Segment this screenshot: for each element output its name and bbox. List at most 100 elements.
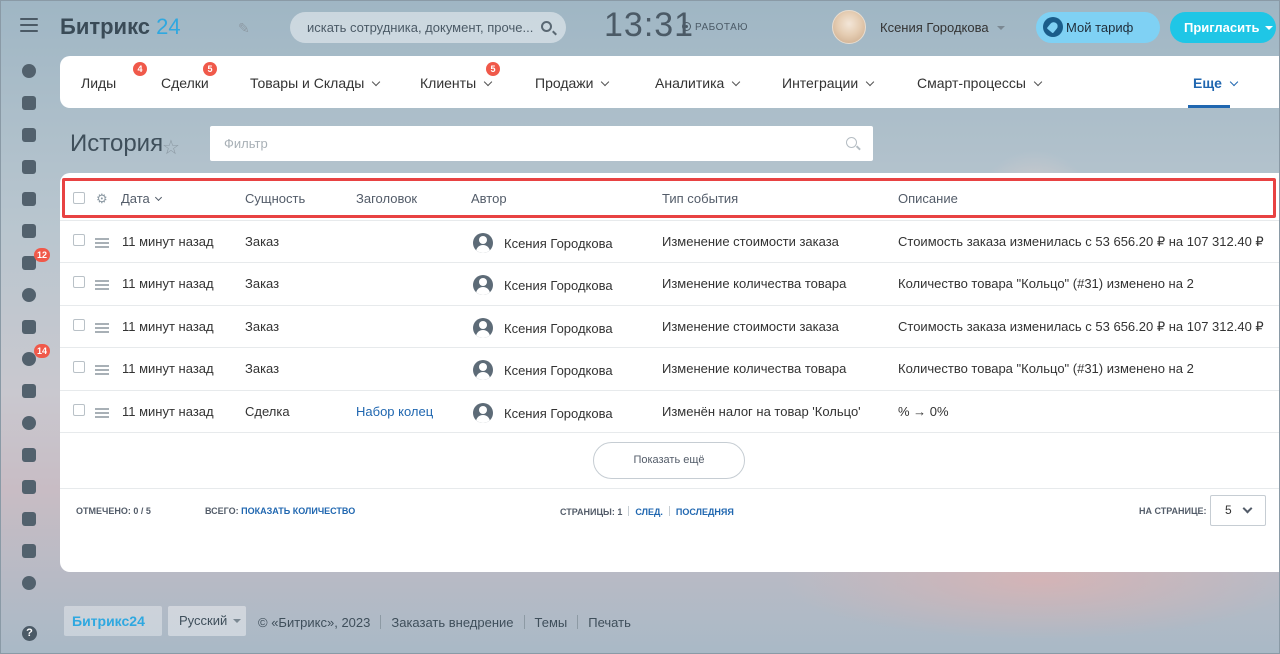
row-title-link[interactable]: Набор колец — [356, 404, 433, 419]
nav-item-clients[interactable]: Клиенты 5 — [420, 62, 500, 91]
nav-badge: 4 — [133, 62, 147, 76]
show-more-area: Показать ещё — [60, 432, 1280, 489]
filter-input[interactable]: Фильтр — [210, 126, 873, 161]
row-checkbox[interactable] — [73, 404, 85, 416]
footer-logo[interactable]: Битрикс24 — [64, 606, 162, 636]
invite-button[interactable]: Пригласить — [1170, 12, 1276, 43]
drag-handle-icon[interactable] — [95, 408, 109, 420]
table-row[interactable]: 11 минут назад Заказ Ксения Городкова Из… — [60, 262, 1280, 304]
nav-item-leads[interactable]: Лиды 4 — [81, 62, 147, 91]
avatar[interactable] — [832, 10, 866, 44]
column-date[interactable]: Дата — [121, 191, 162, 206]
nav-item-deals[interactable]: Сделки 5 — [161, 62, 217, 91]
column-title[interactable]: Заголовок — [356, 191, 417, 206]
logo[interactable]: Битрикс 24 — [60, 14, 181, 40]
documents-icon[interactable] — [20, 190, 40, 210]
language-select[interactable]: Русский — [168, 606, 246, 636]
drag-handle-icon[interactable] — [95, 323, 109, 335]
active-tab-indicator — [1188, 105, 1230, 108]
nav-label: Интеграции — [782, 75, 859, 91]
next-page-link[interactable]: СЛЕД. — [635, 507, 663, 517]
marked-value: 0 / 5 — [133, 506, 151, 516]
show-count-link[interactable]: ПОКАЗАТЬ КОЛИЧЕСТВО — [241, 506, 355, 516]
row-checkbox[interactable] — [73, 319, 85, 331]
target-icon[interactable] — [20, 414, 40, 434]
row-date: 11 минут назад — [122, 361, 214, 376]
cart-icon[interactable] — [20, 446, 40, 466]
robot-icon[interactable] — [20, 510, 40, 530]
nav-label: Сделки — [161, 75, 209, 91]
chevron-down-icon — [1229, 77, 1239, 87]
order-link[interactable]: Заказать внедрение — [391, 615, 513, 630]
contact-card-icon[interactable] — [20, 478, 40, 498]
menu-icon[interactable] — [20, 18, 38, 36]
nav-item-integrations[interactable]: Интеграции — [782, 75, 875, 91]
table-row[interactable]: 11 минут назад Заказ Ксения Городкова Из… — [60, 347, 1280, 389]
column-description[interactable]: Описание — [898, 191, 958, 206]
nav-item-more[interactable]: Еще — [1193, 75, 1239, 91]
nav-item-analytics[interactable]: Аналитика — [655, 75, 741, 91]
work-status[interactable]: РАБОТАЮ — [682, 22, 748, 33]
mail-icon[interactable]: 12 — [20, 248, 51, 274]
row-checkbox[interactable] — [73, 276, 85, 288]
pages-label: СТРАНИЦЫ: — [560, 507, 615, 517]
checklist-icon[interactable] — [20, 318, 40, 338]
help-icon[interactable]: ? — [22, 626, 37, 641]
left-rail: 12 14 ? — [0, 0, 60, 654]
column-entity[interactable]: Сущность — [245, 191, 305, 206]
themes-link[interactable]: Темы — [535, 615, 568, 630]
search-input[interactable]: искать сотрудника, документ, проче... — [290, 12, 566, 43]
row-author[interactable]: Ксения Городкова — [504, 321, 613, 336]
row-author[interactable]: Ксения Городкова — [504, 406, 613, 421]
drag-handle-icon[interactable] — [95, 238, 109, 250]
row-checkbox[interactable] — [73, 234, 85, 246]
column-label: Дата — [121, 191, 150, 206]
nav-item-smart-processes[interactable]: Смарт-процессы — [917, 75, 1043, 91]
print-link[interactable]: Печать — [588, 615, 631, 630]
drive-icon[interactable] — [20, 222, 40, 242]
page-title: История — [70, 130, 164, 157]
tariff-label: Мой тариф — [1066, 20, 1134, 35]
gear-icon[interactable]: ⚙ — [96, 191, 108, 207]
box-icon[interactable] — [20, 542, 40, 562]
row-author[interactable]: Ксения Городкова — [504, 363, 613, 378]
chevron-down-icon — [372, 77, 381, 87]
table-row[interactable]: 11 минут назад Сделка Набор колец Ксения… — [60, 390, 1280, 432]
star-icon[interactable]: ☆ — [162, 135, 180, 160]
row-event: Изменён налог на товар 'Кольцо' — [662, 404, 861, 419]
row-checkbox[interactable] — [73, 361, 85, 373]
show-more-button[interactable]: Показать ещё — [593, 442, 745, 479]
search-placeholder: искать сотрудника, документ, проче... — [307, 20, 534, 35]
row-author[interactable]: Ксения Городкова — [504, 278, 613, 293]
store-icon[interactable] — [20, 382, 40, 402]
language-label: Русский — [179, 613, 228, 628]
tasks-icon[interactable] — [20, 94, 40, 114]
chat-icon[interactable] — [20, 126, 40, 146]
select-all-checkbox[interactable] — [73, 192, 85, 204]
nav-item-products[interactable]: Товары и Склады — [250, 75, 381, 91]
chevron-down-icon — [1242, 503, 1253, 514]
drag-handle-icon[interactable] — [95, 365, 109, 377]
row-event: Изменение количества товара — [662, 276, 847, 291]
last-page-link[interactable]: ПОСЛЕДНЯЯ — [676, 507, 734, 517]
crm-icon[interactable]: 14 — [20, 344, 51, 370]
group-icon[interactable] — [20, 286, 40, 306]
status-dot-icon — [682, 22, 691, 31]
nav-item-sales[interactable]: Продажи — [535, 75, 610, 91]
column-author[interactable]: Автор — [471, 191, 507, 206]
nav-label: Еще — [1193, 75, 1222, 91]
tariff-button[interactable]: Мой тариф — [1036, 12, 1160, 43]
pencil-icon[interactable]: ✎ — [238, 20, 250, 37]
clock: 13:31 — [604, 6, 695, 44]
column-event-type[interactable]: Тип события — [662, 191, 738, 206]
drag-handle-icon[interactable] — [95, 280, 109, 292]
feed-icon[interactable] — [20, 62, 40, 82]
table-row[interactable]: 11 минут назад Заказ Ксения Городкова Из… — [60, 305, 1280, 347]
table-row[interactable]: 11 минут назад Заказ Ксения Городкова Из… — [60, 220, 1280, 262]
row-author[interactable]: Ксения Городкова — [504, 236, 613, 251]
more-icon[interactable] — [20, 574, 40, 594]
user-menu[interactable]: Ксения Городкова — [880, 20, 1005, 35]
history-table: ⚙ Дата Сущность Заголовок Автор Тип собы… — [60, 173, 1280, 572]
per-page-select[interactable]: 5 — [1210, 495, 1266, 526]
calendar-icon[interactable] — [20, 158, 40, 178]
